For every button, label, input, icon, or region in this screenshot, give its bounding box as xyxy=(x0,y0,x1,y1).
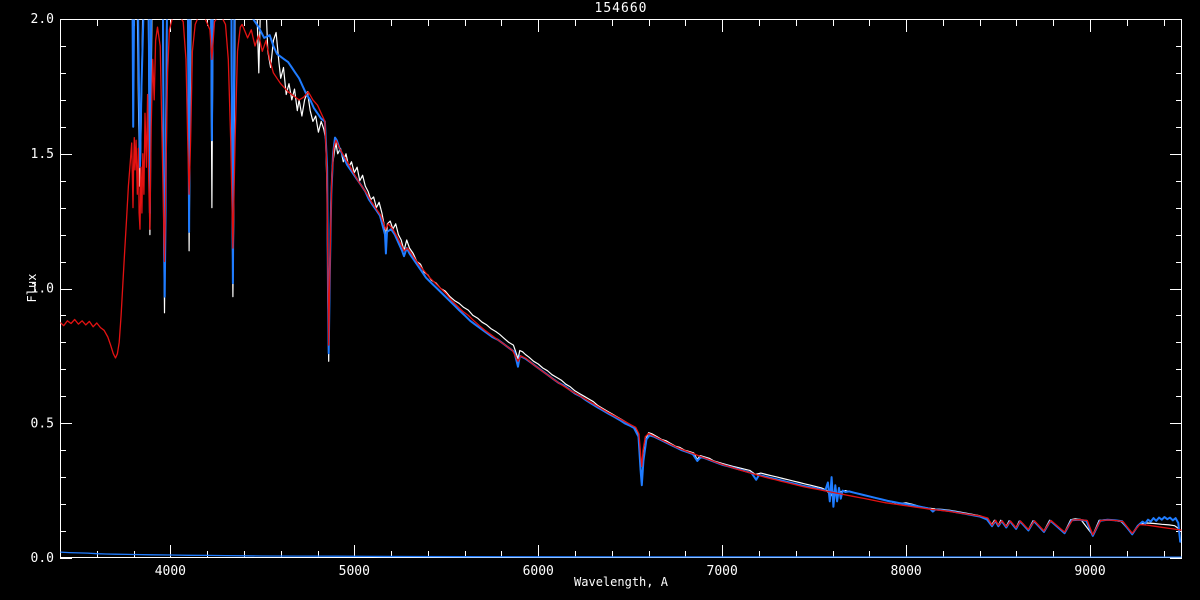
y-axis-title: Flux xyxy=(25,273,39,303)
spectrum-figure: 154660 4000 5000 6000 7000 8000 9000 0.0 0.5 1.0… xyxy=(0,0,1200,600)
x-axis-title: Wavelength, A xyxy=(574,575,668,589)
axes-box xyxy=(60,19,1182,558)
y-tick-label: 2.0 xyxy=(31,12,54,27)
y-tick-label: 1.5 xyxy=(31,147,54,162)
template-spectrum-line xyxy=(60,19,1182,536)
y-tick-label: 0.0 xyxy=(31,551,54,566)
spectrum-plot-canvas: 4000 5000 6000 7000 8000 90000.00.51.01.52.0 xyxy=(31,12,1182,579)
observed-spectrum-line xyxy=(136,19,1179,536)
sky-background-spectrum-line xyxy=(60,551,1182,558)
y-tick-label: 0.5 xyxy=(31,416,54,431)
